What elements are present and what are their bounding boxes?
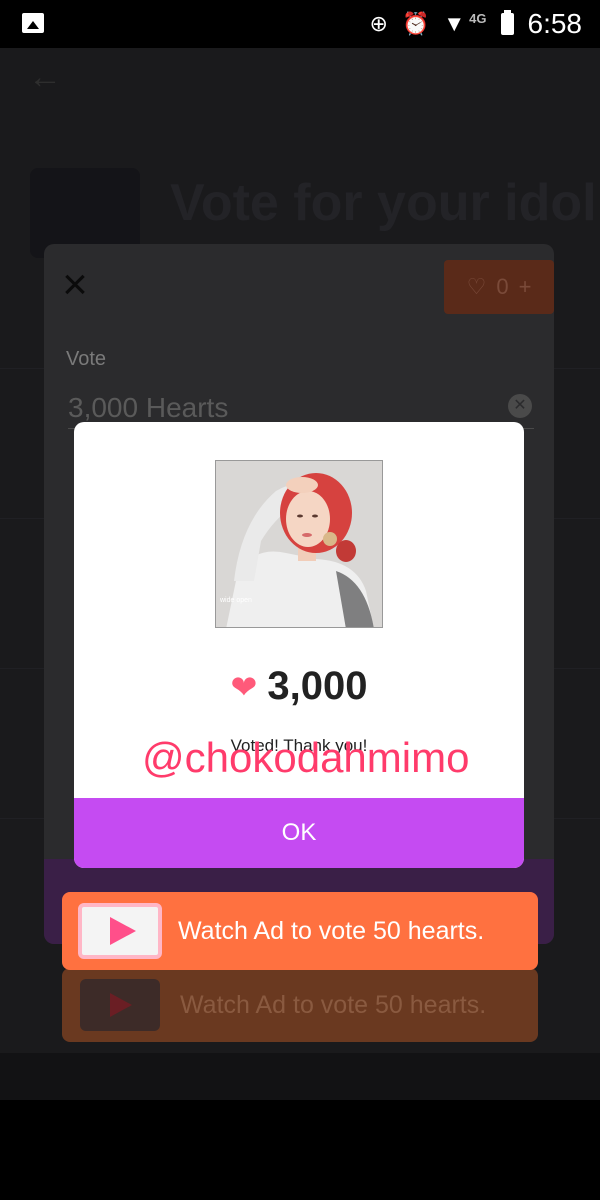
photo-caption: wide open (220, 597, 252, 604)
alarm-icon: ⏰ (401, 11, 430, 36)
watermark-text: @chokodahmimo (142, 734, 470, 781)
play-icon (80, 979, 160, 1031)
wifi-icon: ▼ (443, 11, 466, 36)
clock: 6:58 (527, 8, 583, 39)
ok-button[interactable]: OK (74, 798, 524, 868)
banner-title: Vote for your idol (170, 174, 597, 232)
ad-button-dimmed-label: Watch Ad to vote 50 hearts. (180, 990, 487, 1019)
clear-icon[interactable]: ✕ (508, 394, 532, 418)
vote-amount-input[interactable]: 3,000 Hearts (68, 392, 228, 424)
battery-icon (500, 10, 514, 35)
heart-icon: ❤ (230, 668, 258, 705)
data-saver-icon: ⊕ (369, 11, 388, 36)
idol-photo: wide open (215, 460, 383, 628)
plus-icon: + (518, 274, 532, 299)
vote-result-dialog: wide open ❤ 3,000 Voted! Thank you! OK (74, 422, 524, 868)
close-icon[interactable]: × (58, 263, 92, 307)
hearts-balance-button[interactable]: ♡ 0 + (444, 260, 554, 314)
bottom-tab-bar (0, 1053, 600, 1100)
back-arrow-icon: ← (28, 58, 62, 96)
hearts-balance: 0 (496, 274, 509, 299)
navigation-bar-area (0, 1100, 600, 1200)
hearts-voted-count: 3,000 (267, 664, 368, 708)
image-notification-icon (22, 13, 44, 33)
status-bar: ⊕ ⏰ ▼ 4G 6:58 (0, 0, 600, 48)
vote-label: Vote (66, 348, 107, 370)
hearts-voted: ❤ 3,000 (74, 664, 524, 709)
heart-outline-icon: ♡ (466, 274, 487, 299)
network-type: 4G (469, 10, 487, 26)
ad-button-dimmed: Watch Ad to vote 50 hearts. (62, 968, 538, 1042)
watch-ad-label: Watch Ad to vote 50 hearts. (178, 916, 485, 945)
status-icons: ⊕ ⏰ ▼ 4G 6:58 (370, 6, 582, 42)
video-play-icon (78, 903, 162, 959)
watch-ad-button[interactable]: Watch Ad to vote 50 hearts. (62, 892, 538, 970)
